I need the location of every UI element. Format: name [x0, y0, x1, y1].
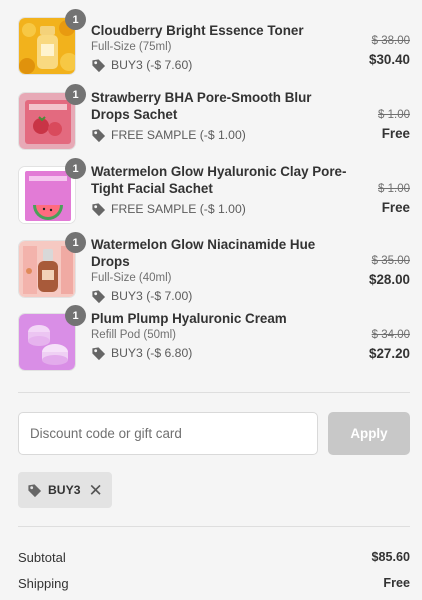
- final-price: $27.20: [369, 346, 410, 361]
- shipping-row: Shipping Free: [18, 574, 410, 592]
- final-price: Free: [381, 200, 410, 215]
- item-info: Cloudberry Bright Essence Toner Full-Siz…: [91, 22, 347, 73]
- discount-tag-icon: [91, 128, 106, 143]
- original-price: $ 34.00: [371, 329, 410, 341]
- original-price: $ 35.00: [371, 255, 410, 267]
- item-discount-text: FREE SAMPLE (-$ 1.00): [111, 202, 246, 216]
- item-discount: BUY3 (-$ 6.80): [91, 345, 347, 361]
- item-discount-text: BUY3 (-$ 7.00): [111, 289, 193, 303]
- item-discount-text: BUY3 (-$ 6.80): [111, 346, 193, 360]
- item-prices: $ 38.00 $30.40: [330, 34, 410, 69]
- original-price: $ 1.00: [378, 109, 410, 121]
- product-thumbnail: 1: [18, 158, 86, 224]
- quantity-badge: 1: [65, 158, 86, 179]
- item-variant: Full-Size (40ml): [91, 272, 172, 284]
- applied-code-text: BUY3: [48, 483, 81, 497]
- divider: [18, 526, 410, 527]
- original-price: $ 1.00: [378, 183, 410, 195]
- item-discount: BUY3 (-$ 7.00): [91, 288, 347, 304]
- discount-tag-icon: [91, 202, 106, 217]
- item-name: Strawberry BHA Pore-Smooth Blur Drops Sa…: [91, 90, 312, 122]
- discount-code-input[interactable]: [18, 412, 318, 455]
- apply-button[interactable]: Apply: [328, 412, 410, 455]
- item-prices: $ 34.00 $27.20: [330, 328, 410, 363]
- item-variant: Refill Pod (50ml): [91, 329, 176, 341]
- product-thumbnail: 1: [18, 232, 86, 298]
- discount-tag-icon: [91, 346, 106, 361]
- subtotal-row: Subtotal $85.60: [18, 548, 410, 566]
- discount-tag-icon: [91, 289, 106, 304]
- shipping-label: Shipping: [18, 575, 69, 591]
- product-thumbnail: 1: [18, 84, 86, 150]
- item-name: Cloudberry Bright Essence Toner: [91, 23, 304, 38]
- shipping-value: Free: [383, 576, 410, 590]
- subtotal-value: $85.60: [371, 550, 410, 564]
- item-discount-text: FREE SAMPLE (-$ 1.00): [111, 128, 246, 142]
- divider: [18, 392, 410, 393]
- item-info: Plum Plump Hyaluronic Cream Refill Pod (…: [91, 310, 347, 361]
- quantity-badge: 1: [65, 232, 86, 253]
- item-name: Plum Plump Hyaluronic Cream: [91, 311, 287, 326]
- product-thumbnail: 1: [18, 9, 86, 75]
- item-prices: $ 1.00 Free: [330, 182, 410, 217]
- final-price: $28.00: [369, 272, 410, 287]
- item-info: Strawberry BHA Pore-Smooth Blur Drops Sa…: [91, 89, 347, 143]
- item-discount: BUY3 (-$ 7.60): [91, 57, 347, 73]
- item-name: Watermelon Glow Niacinamide Hue Drops: [91, 237, 316, 269]
- item-prices: $ 35.00 $28.00: [330, 254, 410, 289]
- item-discount-text: BUY3 (-$ 7.60): [111, 58, 193, 72]
- discount-form: Apply: [18, 412, 410, 455]
- quantity-badge: 1: [65, 305, 86, 326]
- item-discount: FREE SAMPLE (-$ 1.00): [91, 127, 347, 143]
- quantity-badge: 1: [65, 9, 86, 30]
- final-price: Free: [381, 126, 410, 141]
- discount-tag-icon: [27, 483, 42, 498]
- item-variant: Full-Size (75ml): [91, 41, 172, 53]
- quantity-badge: 1: [65, 84, 86, 105]
- subtotal-label: Subtotal: [18, 549, 66, 565]
- product-thumbnail: 1: [18, 305, 86, 371]
- discount-tag-icon: [91, 58, 106, 73]
- item-info: Watermelon Glow Niacinamide Hue Drops Fu…: [91, 236, 347, 304]
- item-discount: FREE SAMPLE (-$ 1.00): [91, 201, 347, 217]
- item-name: Watermelon Glow Hyaluronic Clay Pore-Tig…: [91, 164, 347, 196]
- original-price: $ 38.00: [371, 35, 410, 47]
- item-info: Watermelon Glow Hyaluronic Clay Pore-Tig…: [91, 163, 347, 217]
- applied-discount-chip: BUY3 ✕: [18, 472, 112, 508]
- remove-code-icon[interactable]: ✕: [89, 482, 103, 499]
- item-prices: $ 1.00 Free: [330, 108, 410, 143]
- final-price: $30.40: [369, 52, 410, 67]
